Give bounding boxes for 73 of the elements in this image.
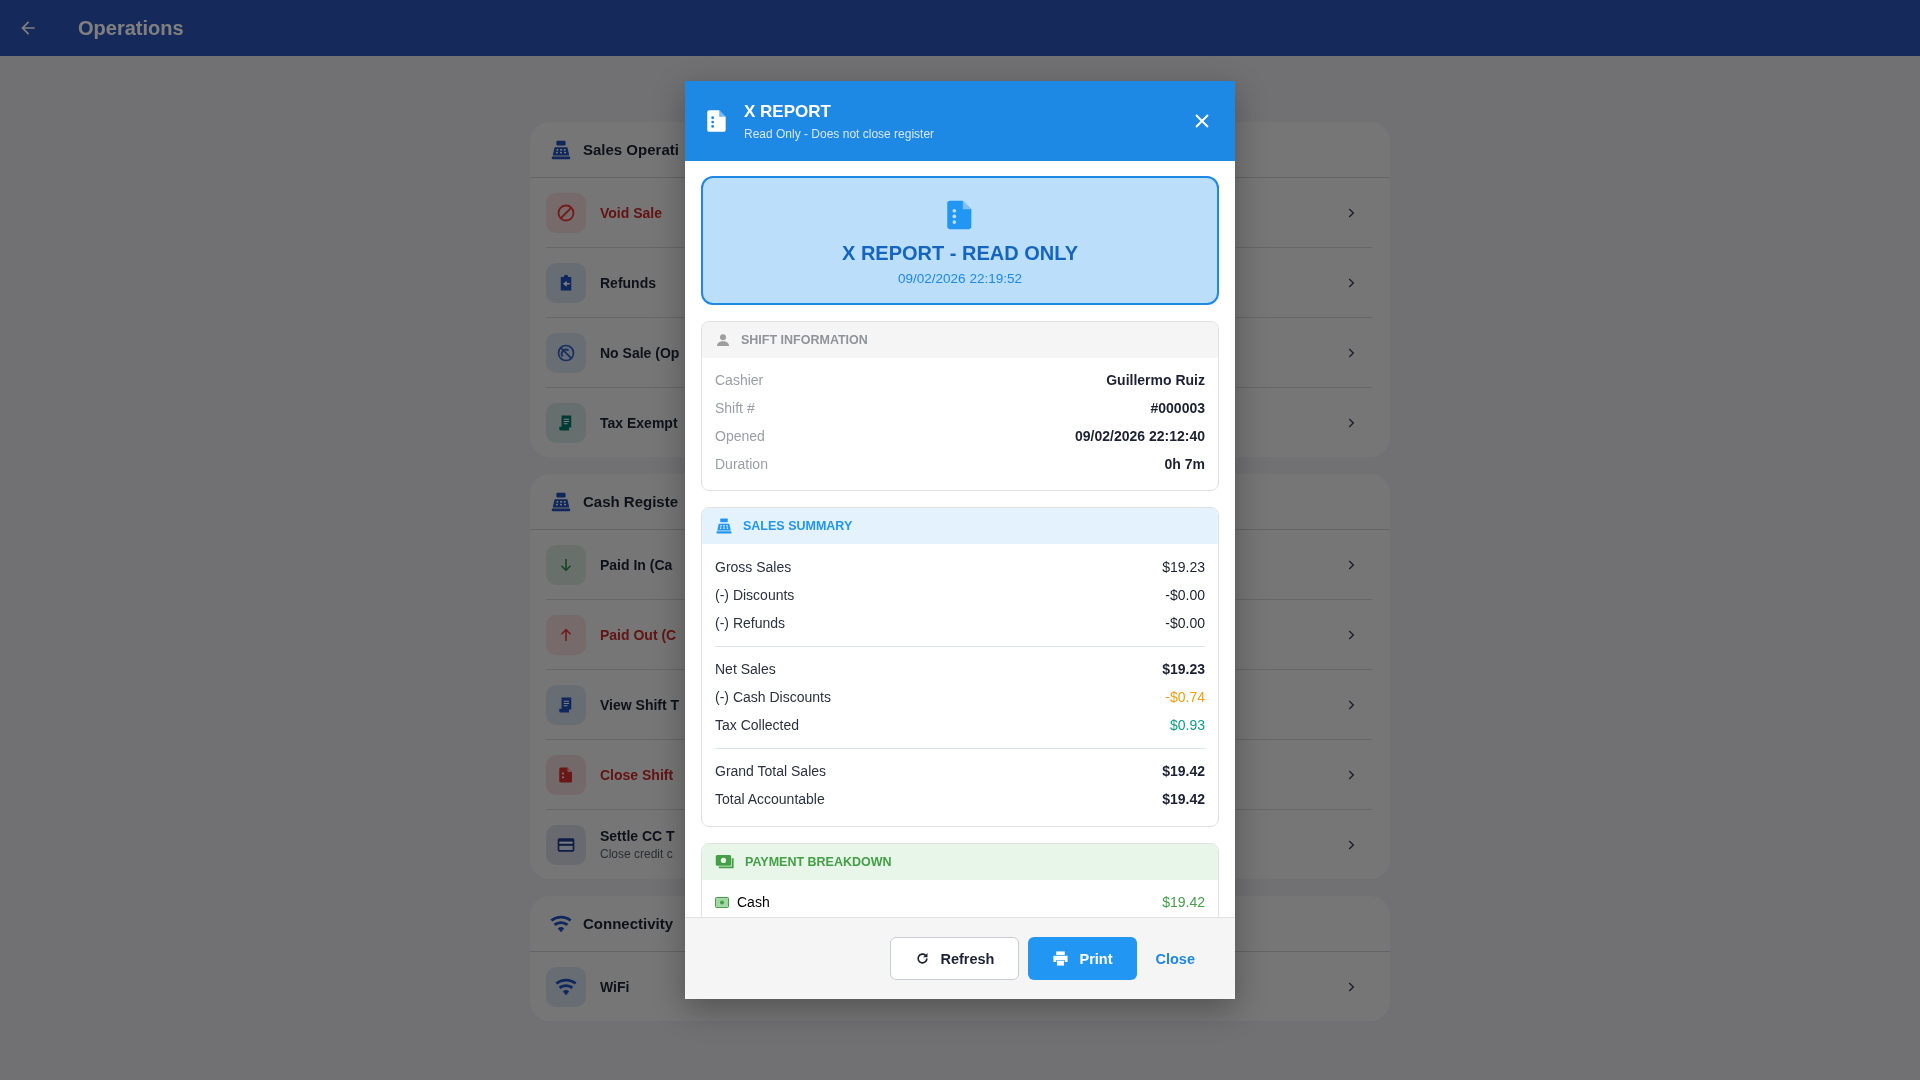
money-icon	[715, 853, 735, 871]
menu-item-label: Void Sale	[600, 204, 662, 221]
menu-item-label: WiFi	[600, 978, 630, 995]
row-value: -$0.74	[1165, 689, 1205, 705]
document-icon	[557, 765, 575, 784]
row-label: Opened	[715, 428, 765, 444]
cash-register-icon	[550, 138, 572, 161]
row-value: -$0.00	[1165, 587, 1205, 603]
menu-item[interactable]: Refunds	[546, 262, 656, 303]
menu-item[interactable]: WiFi	[546, 966, 630, 1007]
section-title: SHIFT INFORMATION	[741, 333, 868, 347]
row-label: Grand Total Sales	[715, 763, 827, 779]
page-title: Operations	[78, 16, 184, 40]
row-label: (-) Cash Discounts	[715, 689, 831, 705]
menu-item-label: Paid Out (C	[600, 626, 677, 643]
menu-item[interactable]: Close Shift	[546, 754, 674, 795]
row-value: -$0.00	[1165, 615, 1205, 631]
menu-item-label: No Sale (Op	[600, 344, 680, 361]
row-label: Total Accountable	[715, 791, 825, 807]
cash-register-icon	[715, 517, 733, 535]
refresh-icon	[915, 951, 931, 966]
row-label: Duration	[715, 456, 768, 472]
dialog-subtitle: Read Only - Does not close register	[744, 126, 936, 141]
menu-item-subtitle: Close credit c	[600, 847, 673, 861]
menu-item[interactable]: Paid Out (C	[546, 614, 677, 655]
row-label: Shift #	[715, 400, 755, 416]
printer-icon	[1052, 950, 1070, 967]
row-value: $19.42	[1162, 894, 1205, 910]
close-button[interactable]: Close	[1145, 937, 1205, 980]
menu-item-label: View Shift T	[600, 696, 680, 713]
person-icon	[715, 332, 731, 348]
banner-title: X REPORT - READ ONLY	[842, 242, 1078, 265]
menu-item-label: Paid In (Ca	[600, 556, 673, 573]
menu-item-label: Refunds	[600, 274, 656, 291]
row-value: Guillermo Ruiz	[1106, 372, 1205, 388]
row-value: $19.42	[1162, 791, 1205, 807]
menu-item-label: Tax Exempt	[600, 414, 678, 431]
section-title: SALES SUMMARY	[743, 519, 853, 533]
menu-item[interactable]: Paid In (Ca	[546, 544, 673, 585]
dialog-title: X REPORT	[744, 101, 832, 122]
menu-item-label: Settle CC T	[600, 828, 675, 844]
row-label: Tax Collected	[715, 717, 800, 733]
gauge-off-icon	[556, 342, 576, 363]
section-title: Cash Registe	[583, 493, 679, 510]
banner-timestamp: 09/02/2026 22:19:52	[898, 271, 1022, 286]
row-value: $19.42	[1162, 763, 1205, 779]
banknote-icon	[715, 896, 729, 908]
menu-item-label: Close Shift	[600, 766, 674, 783]
close-icon	[1193, 112, 1211, 130]
row-value: 09/02/2026 22:12:40	[1075, 428, 1205, 444]
section-title: Connectivity	[583, 915, 673, 932]
row-label: Net Sales	[715, 661, 776, 677]
row-value: $19.23	[1162, 661, 1205, 677]
print-button[interactable]: Print	[1028, 937, 1137, 980]
row-value: $0.93	[1169, 717, 1205, 733]
prohibited-icon	[556, 202, 576, 223]
menu-item[interactable]: Tax Exempt	[546, 402, 678, 443]
row-value: 0h 7m	[1164, 456, 1205, 472]
row-label: Cashier	[715, 372, 764, 388]
section-title: Sales Operati	[583, 141, 679, 158]
menu-item[interactable]: Void Sale	[546, 192, 662, 233]
row-value: #000003	[1150, 400, 1205, 416]
row-label: Gross Sales	[715, 559, 792, 575]
menu-item[interactable]: No Sale (Op	[546, 332, 680, 373]
refresh-button[interactable]: Refresh	[890, 937, 1020, 980]
menu-item[interactable]: Settle CC T Close credit c	[546, 824, 675, 865]
payment-method: Cash	[737, 894, 770, 910]
row-label: (-) Refunds	[715, 615, 786, 631]
cash-register-icon	[550, 490, 572, 513]
menu-item[interactable]: View Shift T	[546, 684, 680, 725]
row-value: $19.23	[1162, 559, 1205, 575]
section-title: PAYMENT BREAKDOWN	[745, 855, 892, 869]
row-label: (-) Discounts	[715, 587, 795, 603]
